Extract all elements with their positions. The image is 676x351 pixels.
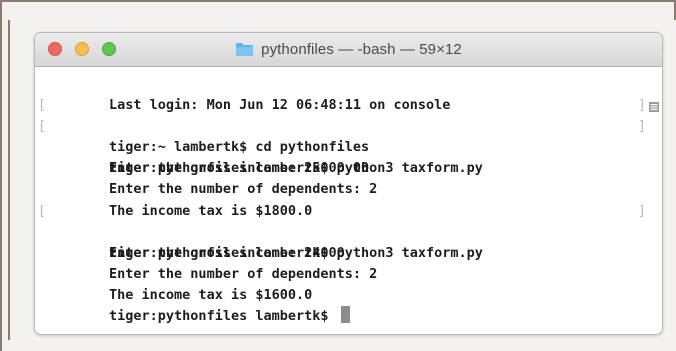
folder-icon — [235, 42, 254, 57]
prompt-mark-left: [ — [38, 203, 46, 219]
scrollbar-menu-icon[interactable] — [649, 97, 659, 112]
terminal-line: Enter the number of dependents: 2 — [44, 158, 662, 197]
text-cursor — [340, 306, 350, 324]
window-title-group: pythonfiles — -bash — 59×12 — [35, 33, 662, 66]
terminal-line: [ tiger:pythonfiles lambertk$ python3 ta… — [38, 116, 662, 176]
terminal-line: Enter the gross income: 25000.00 — [44, 137, 662, 176]
terminal-window[interactable]: pythonfiles — -bash — 59×12 Last login: … — [34, 32, 663, 335]
prompt-mark-left: [ — [38, 119, 46, 135]
terminal-line: [ tiger:~ lambertk$ cd pythonfiles ] — [38, 95, 662, 155]
prompt-mark-right: ] — [638, 98, 646, 114]
title-bar[interactable]: pythonfiles — -bash — 59×12 — [35, 33, 662, 67]
terminal-line: tiger:pythonfiles lambertk$ — [44, 285, 662, 324]
line-text: tiger:pythonfiles lambertk$ — [109, 308, 337, 325]
terminal-line: Last login: Mon Jun 12 06:48:11 on conso… — [44, 74, 662, 113]
terminal-line: Enter the number of dependents: 2 — [44, 243, 662, 282]
frame-edge — [8, 20, 10, 340]
prompt-mark-left: [ — [38, 98, 46, 114]
terminal-line: The income tax is $1800.0 — [44, 179, 662, 219]
window-title: pythonfiles — -bash — 59×12 — [261, 41, 462, 58]
terminal-line: The income tax is $1600.0 — [44, 264, 662, 303]
page-frame: pythonfiles — -bash — 59×12 Last login: … — [0, 0, 676, 351]
terminal-line: Enter the gross income: 24000 — [44, 222, 662, 261]
prompt-mark-right: ] — [638, 119, 646, 135]
prompt-mark-right: ] — [638, 203, 646, 219]
terminal-line: [ tiger:pythonfiles lambertk$ python3 ta… — [38, 201, 662, 261]
terminal-output[interactable]: Last login: Mon Jun 12 06:48:11 on conso… — [35, 67, 662, 334]
